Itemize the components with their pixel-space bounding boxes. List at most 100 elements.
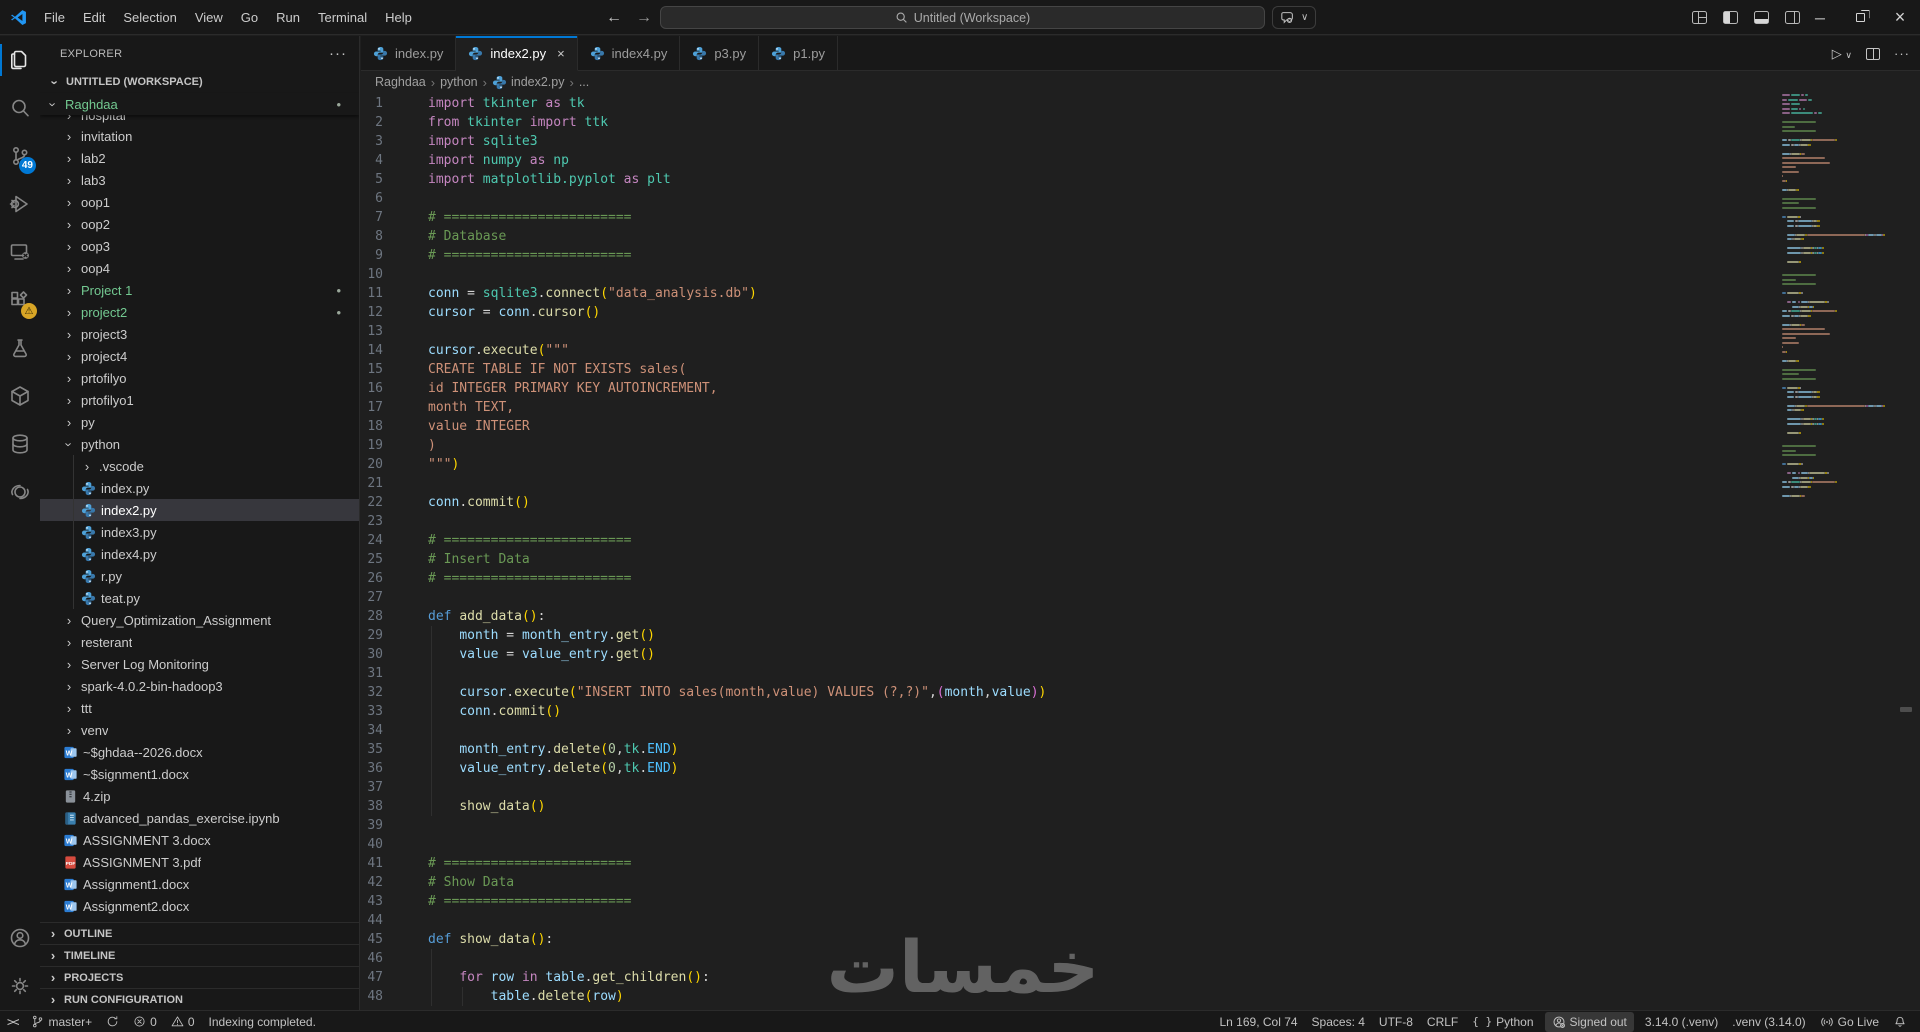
tree-folder-oop3[interactable]: › oop3 <box>40 235 359 257</box>
activity-testing-button[interactable] <box>0 324 40 372</box>
activity-source-control-button[interactable]: 49 <box>0 132 40 180</box>
tree-folder-lab2[interactable]: › lab2 <box>40 147 359 169</box>
menu-file[interactable]: File <box>36 6 73 29</box>
section-timeline[interactable]: › TIMELINE <box>40 944 359 966</box>
tree-folder-.vscode[interactable]: › .vscode <box>40 455 359 477</box>
breadcrumb----[interactable]: ... <box>579 75 589 89</box>
activity-sql-button[interactable] <box>0 420 40 468</box>
status-sync[interactable] <box>99 1011 126 1032</box>
tree-folder-lab3[interactable]: › lab3 <box>40 169 359 191</box>
tab-index.py[interactable]: index.py <box>361 36 457 70</box>
tree-file-ASSIGNMENT 3.pdf[interactable]: PDF ASSIGNMENT 3.pdf <box>40 851 359 873</box>
close-button[interactable]: × <box>1880 0 1920 35</box>
tree-file-index.py[interactable]: index.py <box>40 477 359 499</box>
status-virtual-env[interactable]: .venv (3.14.0) <box>1725 1011 1812 1032</box>
section-run-configuration[interactable]: › RUN CONFIGURATION <box>40 988 359 1010</box>
command-center-search[interactable]: Untitled (Workspace) <box>660 6 1265 29</box>
menu-selection[interactable]: Selection <box>115 6 184 29</box>
status-eol[interactable]: CRLF <box>1420 1011 1465 1032</box>
status-go-live[interactable]: Go Live <box>1813 1011 1886 1032</box>
tab-index4.py[interactable]: index4.py <box>578 36 681 70</box>
tree-folder-oop1[interactable]: › oop1 <box>40 191 359 213</box>
activity-jupyter-button[interactable] <box>0 468 40 516</box>
tree-folder-venv[interactable]: › venv <box>40 719 359 741</box>
tree-folder-spark-4.0.2-bin-hadoop3[interactable]: › spark-4.0.2-bin-hadoop3 <box>40 675 359 697</box>
status-encoding[interactable]: UTF-8 <box>1372 1011 1420 1032</box>
activity-remote-explorer-button[interactable] <box>0 228 40 276</box>
tree-file-4.zip[interactable]: 4.zip <box>40 785 359 807</box>
status-language-mode[interactable]: { } Python <box>1465 1011 1540 1032</box>
workspace-section-header[interactable]: › UNTITLED (WORKSPACE) <box>40 71 359 93</box>
menu-view[interactable]: View <box>187 6 231 29</box>
activity-extensions-button[interactable]: ⚠ <box>0 276 40 324</box>
tree-file-r.py[interactable]: r.py <box>40 565 359 587</box>
tree-folder-prtofilyo1[interactable]: › prtofilyo1 <box>40 389 359 411</box>
minimize-button[interactable]: ─ <box>1800 0 1840 35</box>
menu-run[interactable]: Run <box>268 6 308 29</box>
activity-account-button[interactable] <box>0 914 40 962</box>
tree-folder-Query_Optimization_Assignment[interactable]: › Query_Optimization_Assignment <box>40 609 359 631</box>
tree-file-Assignment2.docx[interactable]: W Assignment2.docx <box>40 895 359 917</box>
status-warnings[interactable]: 0 <box>164 1011 202 1032</box>
activity-run-debug-button[interactable] <box>0 180 40 228</box>
status-status-message[interactable]: Indexing completed. <box>202 1011 323 1032</box>
tree-file-ASSIGNMENT 3.docx[interactable]: W ASSIGNMENT 3.docx <box>40 829 359 851</box>
status-python-interpreter[interactable]: 3.14.0 (.venv) <box>1638 1011 1725 1032</box>
toggle-panel-button[interactable] <box>1754 11 1769 24</box>
tree-folder-Raghdaa[interactable]: › Raghdaa • <box>40 93 359 115</box>
tree-file-index2.py[interactable]: index2.py <box>40 499 359 521</box>
customize-layout-button[interactable] <box>1692 11 1707 24</box>
menu-terminal[interactable]: Terminal <box>310 6 375 29</box>
tree-folder-py[interactable]: › py <box>40 411 359 433</box>
tree-folder-ttt[interactable]: › ttt <box>40 697 359 719</box>
tree-file-~$ghdaa--2026.docx[interactable]: W ~$ghdaa--2026.docx <box>40 741 359 763</box>
status-cursor-position[interactable]: Ln 169, Col 74 <box>1212 1011 1304 1032</box>
tree-folder-project2[interactable]: › project2 • <box>40 301 359 323</box>
breadcrumb-python[interactable]: python <box>440 75 478 89</box>
menu-help[interactable]: Help <box>377 6 420 29</box>
tree-folder-resterant[interactable]: › resterant <box>40 631 359 653</box>
menu-edit[interactable]: Edit <box>75 6 113 29</box>
status-notifications[interactable] <box>1886 1011 1914 1032</box>
explorer-more-actions-button[interactable]: ··· <box>329 45 347 62</box>
tree-file-~$signment1.docx[interactable]: W ~$signment1.docx <box>40 763 359 785</box>
section-outline[interactable]: › OUTLINE <box>40 922 359 944</box>
code-area[interactable]: 1 import tkinter as tk 2 from tkinter impor… <box>361 94 1920 1010</box>
tab-p3.py[interactable]: p3.py <box>680 36 760 70</box>
tree-file-index3.py[interactable]: index3.py <box>40 521 359 543</box>
section-projects[interactable]: › PROJECTS <box>40 966 359 988</box>
tree-folder-project4[interactable]: › project4 <box>40 345 359 367</box>
close-tab-icon[interactable]: × <box>557 46 565 61</box>
split-editor-button[interactable] <box>1866 47 1880 60</box>
nav-forward-button[interactable]: → <box>636 9 652 27</box>
run-python-button[interactable]: ▷ ∨ <box>1832 46 1852 62</box>
activity-search-button[interactable] <box>0 84 40 132</box>
activity-settings-button[interactable] <box>0 962 40 1010</box>
breadcrumb-index2-py[interactable]: index2.py <box>492 75 564 90</box>
nav-back-button[interactable]: ← <box>606 9 622 27</box>
toggle-secondary-sidebar-button[interactable] <box>1785 11 1800 24</box>
status-indentation[interactable]: Spaces: 4 <box>1305 1011 1372 1032</box>
toggle-primary-sidebar-button[interactable] <box>1723 11 1738 24</box>
tree-file-index4.py[interactable]: index4.py <box>40 543 359 565</box>
restore-button[interactable] <box>1840 0 1880 35</box>
status-errors[interactable]: 0 <box>126 1011 164 1032</box>
activity-explorer-button[interactable] <box>0 36 40 84</box>
tab-index2.py[interactable]: index2.py × <box>456 36 578 71</box>
copilot-menu[interactable]: ∨ <box>1272 6 1317 29</box>
tree-folder-python[interactable]: › python <box>40 433 359 455</box>
tree-folder-prtofilyo[interactable]: › prtofilyo <box>40 367 359 389</box>
tree-file-teat.py[interactable]: teat.py <box>40 587 359 609</box>
minimap[interactable] <box>1782 94 1886 634</box>
tree-folder-project3[interactable]: › project3 <box>40 323 359 345</box>
tab-p1.py[interactable]: p1.py <box>759 36 838 70</box>
editor-more-actions-button[interactable]: ··· <box>1894 46 1910 61</box>
tree-folder-oop4[interactable]: › oop4 <box>40 257 359 279</box>
menu-go[interactable]: Go <box>233 6 266 29</box>
tree-folder-oop2[interactable]: › oop2 <box>40 213 359 235</box>
activity-docker-button[interactable] <box>0 372 40 420</box>
tree-file-Assignment1.docx[interactable]: W Assignment1.docx <box>40 873 359 895</box>
tree-folder-hospital[interactable]: › hospital <box>40 115 359 125</box>
status-signed-out[interactable]: Signed out <box>1544 1011 1634 1032</box>
tree-folder-Project 1[interactable]: › Project 1 • <box>40 279 359 301</box>
